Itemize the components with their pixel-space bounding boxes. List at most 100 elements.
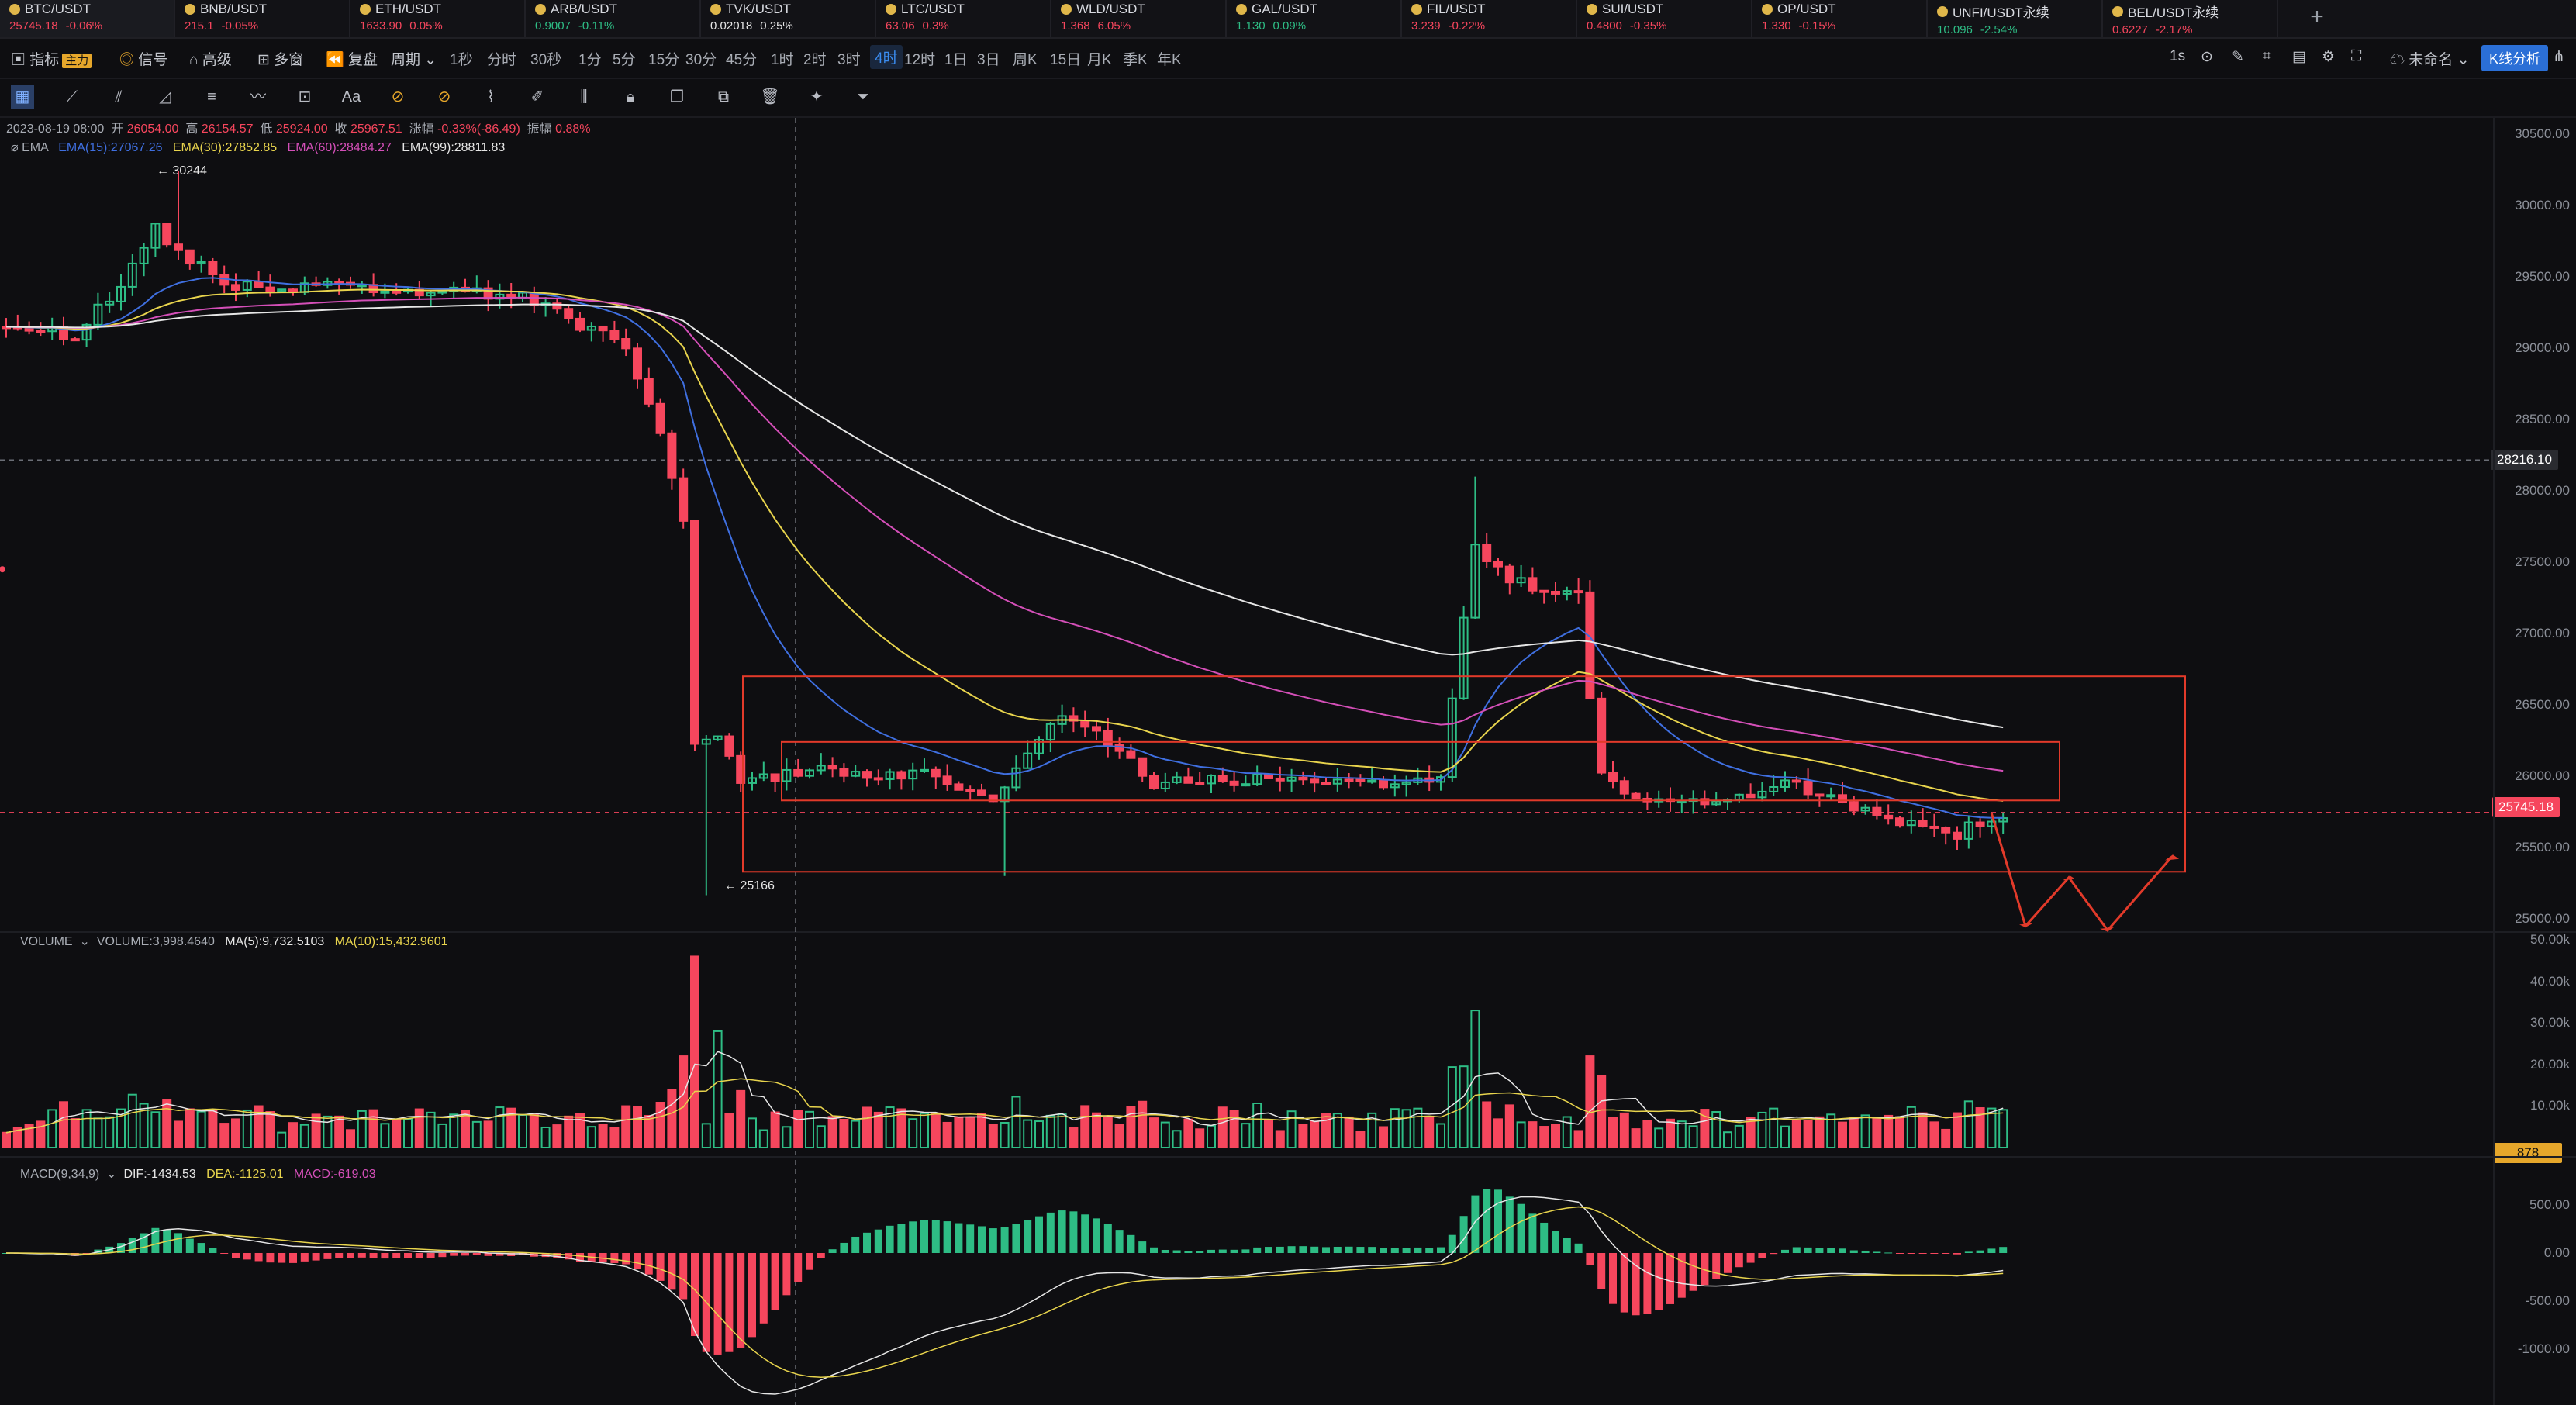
- ticker-tab[interactable]: ARB/USDT 0.9007 -0.11%: [526, 0, 701, 37]
- macd-histogram-bar: [1712, 1253, 1721, 1279]
- multi-window-button[interactable]: ⊞ 多窗: [257, 48, 303, 69]
- wave-icon[interactable]: 〰: [247, 85, 270, 109]
- interval-9[interactable]: 2时: [803, 48, 827, 69]
- candle-body: [839, 768, 849, 777]
- layout-name-dropdown[interactable]: ☁ 未命名 ⌄: [2390, 48, 2470, 69]
- macd-histogram-bar: [1276, 1246, 1284, 1253]
- volume-bar: [931, 1112, 941, 1149]
- settings-icon[interactable]: ⚙: [2322, 48, 2335, 66]
- candle-body: [1126, 750, 1136, 759]
- volume-bar: [1551, 1124, 1560, 1148]
- ticker-tab[interactable]: FIL/USDT 3.239 -0.22%: [1402, 0, 1577, 37]
- interval-4[interactable]: 5分: [613, 48, 636, 69]
- macd-histogram-bar: [725, 1253, 734, 1352]
- macd-histogram-bar: [1380, 1248, 1387, 1253]
- grid-layout-icon[interactable]: ▦: [11, 85, 34, 109]
- add-tab-button[interactable]: +: [2301, 0, 2333, 37]
- indicators-button[interactable]: ▣ 指标 主力: [11, 48, 92, 69]
- volume-bar: [208, 1110, 218, 1148]
- trend-line-icon[interactable]: ⟋: [60, 85, 84, 109]
- ticker-change: -2.17%: [2155, 23, 2193, 36]
- ticker-symbol: OP/USDT: [1777, 2, 1836, 16]
- crop-icon[interactable]: ⌗: [2263, 48, 2271, 65]
- edit-icon[interactable]: ✎: [2232, 48, 2244, 66]
- camera-icon[interactable]: ⊙: [2201, 48, 2213, 66]
- interval-10[interactable]: 3时: [837, 48, 861, 69]
- layout-icon[interactable]: ▤: [2292, 48, 2306, 66]
- lock-draw-icon[interactable]: ⊘: [433, 85, 456, 109]
- layers-icon[interactable]: ⧉: [712, 85, 735, 109]
- interval-0[interactable]: 1秒: [450, 48, 473, 69]
- interval-15[interactable]: 周K: [1013, 48, 1038, 69]
- interval-6[interactable]: 30分: [685, 48, 717, 69]
- macd-histogram-bar: [1494, 1189, 1502, 1253]
- ticker-tab[interactable]: OP/USDT 1.330 -0.15%: [1752, 0, 1928, 37]
- eraser-icon[interactable]: ✦: [805, 85, 828, 109]
- volume-bar: [977, 1113, 986, 1148]
- ticker-tab[interactable]: LTC/USDT 63.06 0.3%: [876, 0, 1051, 37]
- ticker-tab[interactable]: GAL/USDT 1.130 0.09%: [1227, 0, 1402, 37]
- interval-18[interactable]: 季K: [1123, 48, 1148, 69]
- macd-histogram-bar: [404, 1253, 412, 1258]
- interval-12[interactable]: 12时: [904, 48, 935, 69]
- candle-body: [1482, 544, 1492, 562]
- volume-bar: [1195, 1128, 1205, 1149]
- angle-icon[interactable]: ◿: [154, 85, 177, 109]
- interval-14[interactable]: 3日: [977, 48, 1000, 69]
- text-tool-icon[interactable]: Aa: [340, 85, 363, 109]
- ticker-tab[interactable]: BNB/USDT 215.1 -0.05%: [175, 0, 350, 37]
- ticker-tab[interactable]: TVK/USDT 0.02018 0.25%: [701, 0, 876, 37]
- share-icon[interactable]: ⋔: [2553, 48, 2565, 66]
- volume-bar: [219, 1123, 230, 1149]
- volume-bar: [1654, 1127, 1664, 1148]
- volume-bar: [1953, 1112, 1962, 1148]
- measure-icon[interactable]: ⊡: [293, 85, 316, 109]
- advanced-button[interactable]: ⌂ 高级: [189, 48, 232, 69]
- interval-8[interactable]: 1时: [771, 48, 794, 69]
- trash-icon[interactable]: 🗑︎: [758, 85, 782, 109]
- interval-2[interactable]: 30秒: [530, 48, 561, 69]
- fullscreen-icon[interactable]: ⛶: [2351, 48, 2361, 65]
- period-dropdown[interactable]: 周期 ⌄: [391, 48, 437, 69]
- right-interval[interactable]: 1s: [2170, 48, 2185, 65]
- volume-bar: [59, 1101, 68, 1149]
- filter-icon[interactable]: ⏷: [851, 85, 875, 109]
- candlestick-chart[interactable]: [0, 118, 2576, 1405]
- replay-button[interactable]: ⏪ 复盘: [326, 48, 378, 69]
- bars-pattern-icon[interactable]: ⫼: [572, 85, 596, 109]
- kline-analysis-button[interactable]: K线分析: [2481, 45, 2549, 71]
- macd-histogram-bar: [1368, 1247, 1376, 1253]
- interval-3[interactable]: 1分: [578, 48, 602, 69]
- ticker-tab[interactable]: WLD/USDT 1.368 6.05%: [1051, 0, 1227, 37]
- fib-lines-icon[interactable]: ≡: [200, 85, 223, 109]
- multi-line-icon[interactable]: ⫽: [107, 85, 130, 109]
- interval-1[interactable]: 分时: [487, 48, 516, 69]
- ticker-tab[interactable]: BTC/USDT 25745.18 -0.06%: [0, 0, 175, 37]
- interval-16[interactable]: 15日: [1050, 48, 1081, 69]
- macd-histogram-bar: [347, 1253, 354, 1258]
- magnet-icon[interactable]: ⊘: [386, 85, 409, 109]
- ticker-tab[interactable]: SUI/USDT 0.4800 -0.35%: [1577, 0, 1752, 37]
- copy-icon[interactable]: ❐: [665, 85, 689, 109]
- interval-19[interactable]: 年K: [1157, 48, 1182, 69]
- ema30-line: [5, 288, 2004, 802]
- candle-body: [185, 249, 195, 265]
- coin-icon: [710, 4, 721, 15]
- signal-button[interactable]: ◎ 信号: [119, 48, 167, 69]
- interval-13[interactable]: 1日: [944, 48, 968, 69]
- ticker-tab[interactable]: UNFI/USDT永续 10.096 -2.54%: [1928, 0, 2103, 37]
- lock-icon[interactable]: 🔒︎: [619, 85, 642, 109]
- volume-bar: [483, 1120, 493, 1148]
- macd-histogram-bar: [1632, 1253, 1640, 1316]
- ticker-tab[interactable]: ETH/USDT 1633.90 0.05%: [350, 0, 526, 37]
- candle-body: [977, 789, 986, 796]
- interval-7[interactable]: 45分: [726, 48, 757, 69]
- brush-icon[interactable]: ✐: [526, 85, 549, 109]
- volume-bar: [449, 1113, 459, 1149]
- interval-5[interactable]: 15分: [648, 48, 679, 69]
- candle-body: [621, 338, 631, 350]
- interval-17[interactable]: 月K: [1087, 48, 1112, 69]
- interval-11[interactable]: 4时: [870, 45, 903, 69]
- ticker-tab[interactable]: BEL/USDT永续 0.6227 -2.17%: [2103, 0, 2278, 37]
- ruler-icon[interactable]: ⌇: [479, 85, 502, 109]
